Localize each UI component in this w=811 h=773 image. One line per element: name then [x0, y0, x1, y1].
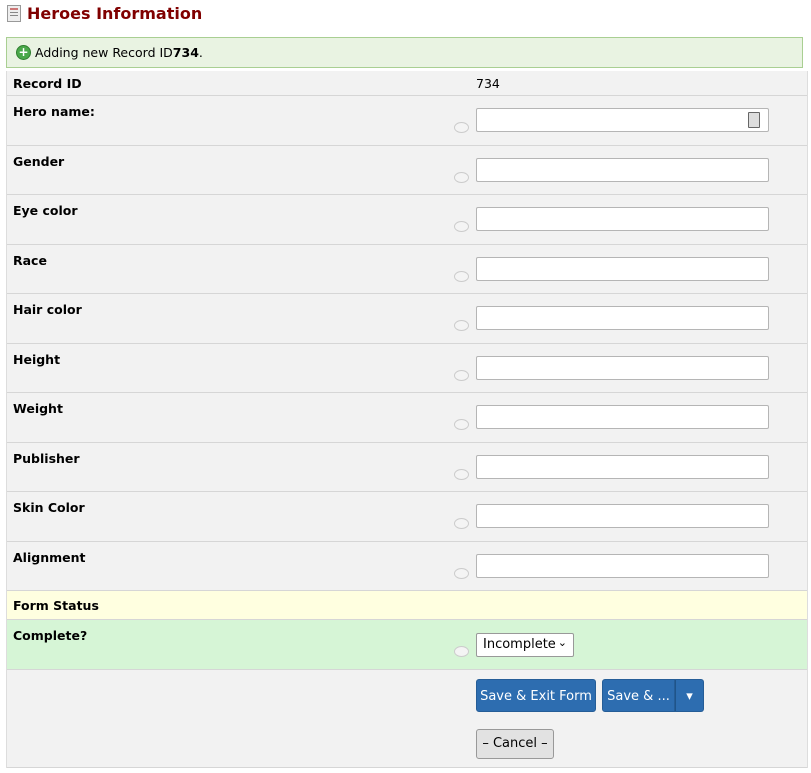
complete-select[interactable]: Incomplete ⌄	[476, 633, 574, 657]
plus-circle-icon: +	[16, 45, 31, 60]
weight-input[interactable]	[476, 405, 769, 429]
comment-icon[interactable]	[454, 567, 469, 579]
hero-name-label: Hero name:	[13, 104, 95, 119]
form-icon	[7, 5, 21, 22]
alignment-input[interactable]	[476, 553, 769, 578]
complete-row: Complete? Incomplete ⌄	[7, 620, 807, 670]
notice-banner: + Adding new Record ID 734.	[6, 37, 803, 68]
gender-label: Gender	[13, 153, 65, 169]
complete-select-value: Incomplete	[483, 637, 556, 652]
field-row-gender: Gender	[7, 145, 807, 195]
comment-icon[interactable]	[454, 419, 469, 430]
eye-color-label: Eye color	[13, 203, 78, 218]
race-label: Race	[13, 252, 47, 268]
page-title: Heroes Information	[27, 4, 203, 23]
weight-label: Weight	[13, 401, 63, 416]
comment-icon[interactable]	[454, 646, 469, 657]
field-row-hair-color: Hair color	[7, 294, 807, 344]
comment-icon[interactable]	[454, 221, 469, 232]
race-input[interactable]	[476, 256, 769, 281]
hero-name-input[interactable]	[476, 108, 769, 132]
caret-down-icon: ▾	[686, 688, 693, 704]
comment-icon[interactable]	[454, 270, 469, 282]
complete-label: Complete?	[13, 628, 88, 643]
record-id-value: 734	[476, 76, 500, 91]
field-row-hero-name: Hero name:	[7, 96, 807, 146]
record-id-label: Record ID	[13, 76, 82, 91]
field-row-skin-color: Skin Color	[7, 492, 807, 542]
save-exit-button[interactable]: Save & Exit Form	[476, 678, 596, 712]
publisher-input[interactable]	[476, 454, 769, 479]
field-row-weight: Weight	[7, 393, 807, 443]
identifier-icon	[748, 112, 760, 128]
save-options-dropdown[interactable]: ▾	[675, 678, 704, 712]
field-row-eye-color: Eye color	[7, 195, 807, 245]
notice-suffix: .	[198, 45, 203, 60]
comment-icon[interactable]	[454, 369, 469, 381]
form-table: Record ID 734 Hero name: Gender Eye colo…	[6, 71, 808, 768]
comment-icon[interactable]	[454, 171, 469, 183]
cancel-button[interactable]: – Cancel –	[476, 728, 554, 759]
actions-row: Save & Exit Form Save & ... ▾ – Cancel –	[7, 669, 807, 768]
field-row-alignment: Alignment	[7, 541, 807, 591]
record-id-row: Record ID 734	[7, 71, 807, 96]
field-row-height: Height	[7, 343, 807, 393]
field-row-race: Race	[7, 244, 807, 294]
gender-input[interactable]	[476, 157, 769, 182]
alignment-label: Alignment	[13, 549, 86, 565]
hair-color-label: Hair color	[13, 302, 82, 317]
comment-icon[interactable]	[454, 518, 469, 529]
comment-icon[interactable]	[454, 122, 469, 133]
comment-icon[interactable]	[454, 320, 469, 331]
hair-color-input[interactable]	[476, 306, 769, 330]
skin-color-label: Skin Color	[13, 500, 85, 515]
notice-record-id: 734	[172, 45, 199, 60]
field-row-publisher: Publisher	[7, 442, 807, 492]
skin-color-input[interactable]	[476, 504, 769, 528]
height-label: Height	[13, 351, 61, 367]
chevron-down-icon: ⌄	[557, 636, 567, 649]
publisher-label: Publisher	[13, 450, 80, 466]
eye-color-input[interactable]	[476, 207, 769, 231]
notice-text: Adding new Record ID	[35, 45, 173, 60]
page-header: Heroes Information	[7, 4, 202, 23]
form-status-label: Form Status	[13, 598, 99, 613]
height-input[interactable]	[476, 355, 769, 380]
form-status-header: Form Status	[7, 591, 807, 620]
comment-icon[interactable]	[454, 468, 469, 480]
save-and-button[interactable]: Save & ...	[602, 678, 675, 712]
